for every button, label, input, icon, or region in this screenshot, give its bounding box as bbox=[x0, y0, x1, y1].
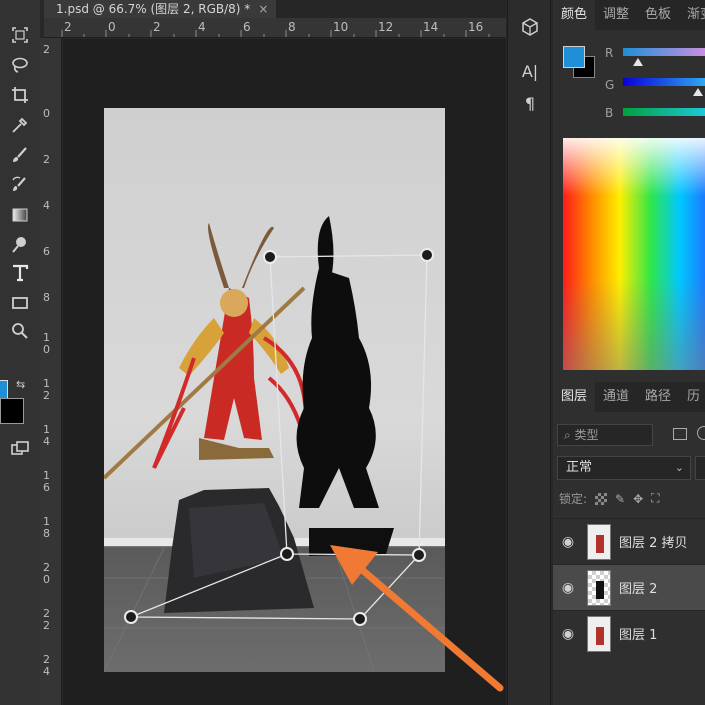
lasso-tool-icon[interactable] bbox=[8, 54, 32, 76]
layer-row[interactable]: ◉ 图层 2 拷贝 bbox=[553, 518, 705, 564]
tab-gradients[interactable]: 渐变 bbox=[679, 0, 705, 30]
search-icon: ⌕ bbox=[564, 428, 575, 442]
document-title: 1.psd @ 66.7% (图层 2, RGB/8) * bbox=[56, 2, 251, 16]
character-panel-icon[interactable]: A| bbox=[516, 58, 544, 84]
document-image[interactable] bbox=[104, 108, 445, 672]
color-panel-foreground-swatch[interactable] bbox=[563, 46, 585, 68]
tab-paths[interactable]: 路径 bbox=[637, 382, 679, 412]
dodge-tool-icon[interactable] bbox=[8, 234, 32, 256]
ruler-label: 2 bbox=[153, 20, 161, 34]
ruler-label: 2 bbox=[43, 153, 50, 166]
blend-mode-select[interactable]: 正常 ⌄ bbox=[557, 456, 691, 480]
lock-artboard-icon[interactable]: ⛶ bbox=[651, 491, 659, 506]
ruler-label: 2 bbox=[64, 20, 72, 34]
tab-channels[interactable]: 通道 bbox=[595, 382, 637, 412]
g-slider[interactable] bbox=[623, 78, 705, 86]
type-tool-icon[interactable] bbox=[8, 262, 32, 284]
zoom-tool-icon[interactable] bbox=[8, 320, 32, 342]
layer-name: 图层 2 拷贝 bbox=[619, 536, 688, 551]
r-slider-thumb[interactable] bbox=[633, 58, 643, 66]
3d-cube-icon[interactable] bbox=[516, 14, 544, 40]
lock-pixels-icon[interactable]: ✎ bbox=[615, 492, 625, 506]
channel-label-g: G bbox=[605, 78, 615, 92]
visibility-eye-icon[interactable]: ◉ bbox=[553, 534, 583, 550]
channel-label-b: B bbox=[605, 106, 614, 120]
blend-mode-value: 正常 bbox=[566, 460, 593, 475]
ruler-label: 24 bbox=[43, 653, 50, 678]
ruler-label: 18 bbox=[43, 515, 50, 540]
collapsed-panels-strip: A| ¶ bbox=[507, 0, 551, 705]
ruler-label: 0 bbox=[108, 20, 116, 34]
ruler-label: 6 bbox=[243, 20, 251, 34]
swap-colors-icon[interactable]: ⇆ bbox=[16, 378, 25, 391]
vertical-ruler: 2 0 2 4 6 8 10 12 14 16 18 20 22 24 bbox=[40, 38, 62, 705]
lock-row: 锁定: ✎ ✥ ⛶ bbox=[559, 490, 660, 507]
crop-tool-icon[interactable] bbox=[8, 84, 32, 106]
right-panels: 颜色 调整 色板 渐变 R G B 图层 通道 路径 历 ⌕ 类型 正常 bbox=[553, 0, 705, 705]
layer-filter-label: 类型 bbox=[574, 428, 599, 442]
eyedropper-tool-icon[interactable] bbox=[8, 114, 32, 136]
ruler-label: 16 bbox=[43, 469, 50, 494]
color-spectrum[interactable] bbox=[563, 138, 705, 370]
lock-label: 锁定: bbox=[559, 492, 588, 506]
tab-color[interactable]: 颜色 bbox=[553, 0, 596, 30]
ruler-label: 12 bbox=[378, 20, 394, 34]
visibility-eye-icon[interactable]: ◉ bbox=[553, 580, 583, 596]
ruler-label: 10 bbox=[43, 331, 50, 356]
paragraph-panel-icon[interactable]: ¶ bbox=[516, 90, 544, 116]
ruler-label: 20 bbox=[43, 561, 50, 586]
background-color-swatch[interactable] bbox=[0, 398, 24, 424]
chevron-down-icon: ⌄ bbox=[674, 461, 684, 474]
r-slider[interactable] bbox=[623, 48, 705, 56]
channel-label-r: R bbox=[605, 46, 614, 60]
lock-position-icon[interactable]: ✥ bbox=[633, 492, 643, 506]
close-document-icon[interactable]: × bbox=[258, 2, 268, 16]
gradient-tool-icon[interactable] bbox=[8, 204, 32, 226]
brush-tool-icon[interactable] bbox=[8, 144, 32, 166]
b-slider[interactable] bbox=[623, 108, 705, 116]
layer-row-selected[interactable]: ◉ 图层 2 bbox=[553, 564, 705, 610]
ruler-label: 12 bbox=[43, 377, 50, 402]
horizontal-ruler: 2 0 2 4 6 8 10 12 14 16 bbox=[44, 18, 506, 38]
screen-mode-icon[interactable] bbox=[8, 438, 32, 460]
layer-thumbnail bbox=[587, 615, 611, 652]
tab-history[interactable]: 历 bbox=[679, 382, 705, 412]
ruler-label: 4 bbox=[198, 20, 206, 34]
ruler-label: 16 bbox=[468, 20, 484, 34]
ruler-label: 14 bbox=[423, 20, 439, 34]
photoshop-window: ⇆ 1.psd @ 66.7% (图层 2, RGB/8) * × 2 0 2 4… bbox=[0, 0, 705, 705]
ruler-label: 10 bbox=[333, 20, 349, 34]
layers-panel-tabs: 图层 通道 路径 历 bbox=[553, 382, 705, 412]
image-filter-icon[interactable] bbox=[673, 428, 687, 440]
tab-adjustments[interactable]: 调整 bbox=[595, 0, 637, 30]
ruler-label: 4 bbox=[43, 199, 50, 212]
ruler-label: 2 bbox=[43, 43, 50, 56]
tab-swatches[interactable]: 色板 bbox=[637, 0, 679, 30]
lock-transparent-icon[interactable] bbox=[595, 492, 608, 505]
document-tab[interactable]: 1.psd @ 66.7% (图层 2, RGB/8) * × bbox=[44, 0, 276, 18]
ruler-label: 22 bbox=[43, 607, 50, 632]
layer-thumbnail bbox=[587, 569, 611, 606]
ruler-label: 8 bbox=[288, 20, 296, 34]
layer-filter-select[interactable]: ⌕ 类型 bbox=[557, 424, 653, 446]
marquee-tool-icon[interactable] bbox=[8, 24, 32, 46]
tab-bar-empty bbox=[276, 0, 506, 18]
tab-layers[interactable]: 图层 bbox=[553, 382, 596, 412]
layer-row[interactable]: ◉ 图层 1 bbox=[553, 610, 705, 656]
rectangle-tool-icon[interactable] bbox=[8, 292, 32, 314]
color-panel-tabs: 颜色 调整 色板 渐变 bbox=[553, 0, 705, 30]
layer-name: 图层 2 bbox=[619, 582, 658, 597]
tools-panel: ⇆ bbox=[0, 0, 40, 705]
ruler-label: 6 bbox=[43, 245, 50, 258]
layer-name: 图层 1 bbox=[619, 628, 658, 643]
layer-thumbnail bbox=[587, 523, 611, 560]
opacity-field[interactable] bbox=[695, 456, 705, 480]
visibility-eye-icon[interactable]: ◉ bbox=[553, 626, 583, 642]
ruler-label: 8 bbox=[43, 291, 50, 304]
g-slider-thumb[interactable] bbox=[693, 88, 703, 96]
adjustment-filter-icon[interactable] bbox=[697, 426, 705, 440]
history-brush-tool-icon[interactable] bbox=[8, 174, 32, 196]
ruler-label: 14 bbox=[43, 423, 50, 448]
ruler-label: 0 bbox=[43, 107, 50, 120]
